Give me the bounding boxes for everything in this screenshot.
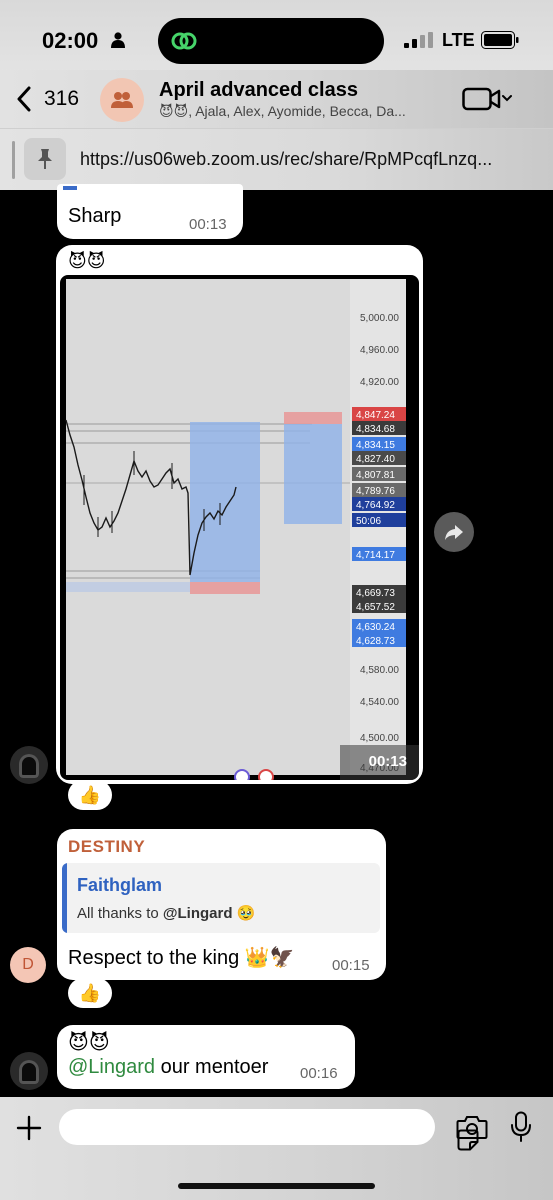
camera-icon[interactable] xyxy=(456,1114,488,1140)
svg-text:4,834.15: 4,834.15 xyxy=(356,440,395,451)
svg-text:4,807.81: 4,807.81 xyxy=(356,470,395,481)
svg-text:4,714.17: 4,714.17 xyxy=(356,550,395,561)
group-icon xyxy=(111,92,133,108)
message-text: Sharp xyxy=(68,205,122,227)
pin-thumbnail xyxy=(24,138,66,180)
svg-text:4,630.24: 4,630.24 xyxy=(356,622,395,633)
price-tag: 4,807.81 xyxy=(352,467,406,481)
signal-icon xyxy=(404,32,433,48)
reaction-thumbs-up[interactable]: 👍 xyxy=(68,978,112,1008)
message-emojis: 😈😈 xyxy=(68,1032,110,1054)
pinned-indicator xyxy=(12,141,15,179)
clock: 02:00 xyxy=(42,28,99,53)
reply-indicator xyxy=(63,186,77,190)
status-bar: 02:00 LTE xyxy=(0,0,553,80)
price-tag: 4,669.73 xyxy=(352,585,406,599)
price-tag: 4,657.52 xyxy=(352,599,406,613)
quoted-sender: Faithglam xyxy=(77,875,163,895)
price-tag: 4,789.76 xyxy=(352,483,406,497)
pinned-url[interactable]: https://us06web.zoom.us/rec/share/RpMPcq… xyxy=(80,149,492,170)
svg-text:4,847.24: 4,847.24 xyxy=(356,410,395,421)
network-type: LTE xyxy=(442,30,475,50)
share-arrow-icon xyxy=(445,525,463,540)
quoted-text: All thanks to @Lingard 🥹 xyxy=(77,904,255,922)
price-tag: 4,764.92 xyxy=(352,497,406,511)
reaction-thumbs-up[interactable]: 👍 xyxy=(68,780,112,810)
message-body: our mentoer xyxy=(155,1056,269,1078)
message-bubble-mentor[interactable]: 😈😈 @Lingard our mentoer 00:16 xyxy=(57,1025,355,1089)
svg-text:4,657.52: 4,657.52 xyxy=(356,602,395,613)
avatar[interactable] xyxy=(10,1052,48,1090)
home-indicator xyxy=(178,1183,375,1189)
back-chevron-icon[interactable] xyxy=(16,86,32,112)
forward-button[interactable] xyxy=(434,512,474,552)
message-composer xyxy=(0,1097,553,1200)
message-time: 00:13 xyxy=(189,216,227,233)
long-position-zone xyxy=(190,422,260,582)
message-text: Respect to the king 👑🦅 xyxy=(68,947,295,969)
back-unread-count[interactable]: 316 xyxy=(44,87,79,111)
avatar[interactable] xyxy=(10,746,48,784)
price-scale-label: 4,920.00 xyxy=(360,377,399,388)
message-text: @Lingard our mentoer xyxy=(68,1056,268,1079)
dynamic-island xyxy=(158,18,384,64)
price-tag: 50:06 xyxy=(352,513,406,527)
svg-text:4,628.73: 4,628.73 xyxy=(356,636,395,647)
price-scale-label: 4,580.00 xyxy=(360,665,399,676)
price-tag: 4,714.17 xyxy=(352,547,406,561)
pin-icon xyxy=(38,149,52,169)
svg-text:4,827.40: 4,827.40 xyxy=(356,454,395,465)
target-zone-red xyxy=(284,412,342,424)
message-time: 00:16 xyxy=(300,1065,338,1082)
svg-text:4,669.73: 4,669.73 xyxy=(356,588,395,599)
reply-indicator xyxy=(62,863,67,933)
price-tag: 4,628.73 xyxy=(352,633,406,647)
link-app-icon xyxy=(171,32,197,50)
mention-link[interactable]: @Lingard xyxy=(68,1056,155,1078)
message-bubble-chart-video[interactable]: 😈😈 5,000.00 4,960.00 4,920.00 4,580.00 4… xyxy=(56,245,423,784)
message-bubble-destiny[interactable]: DESTINY Faithglam All thanks to @Lingard… xyxy=(57,829,386,980)
price-tag: 4,630.24 xyxy=(352,619,406,633)
price-scale-label: 4,960.00 xyxy=(360,345,399,356)
price-tag: 4,827.40 xyxy=(352,451,406,465)
chart-video[interactable]: 5,000.00 4,960.00 4,920.00 4,580.00 4,540.00… xyxy=(60,275,419,780)
video-time: 00:13 xyxy=(368,753,407,770)
video-call-icon[interactable] xyxy=(462,86,512,112)
person-icon xyxy=(111,32,125,48)
message-time: 00:15 xyxy=(332,957,370,974)
svg-text:4,764.92: 4,764.92 xyxy=(356,500,395,511)
chart-tool-icon xyxy=(234,769,250,780)
trading-chart: 5,000.00 4,960.00 4,920.00 4,580.00 4,540.00… xyxy=(65,279,419,780)
svg-text:4,834.68: 4,834.68 xyxy=(356,424,395,435)
sender-name[interactable]: DESTINY xyxy=(68,837,145,857)
price-tag: 4,847.24 xyxy=(352,407,406,421)
svg-text:4,789.76: 4,789.76 xyxy=(356,486,395,497)
stop-loss-zone xyxy=(190,582,260,594)
chat-members[interactable]: 😈😈, Ajala, Alex, Ayomide, Becca, Da... xyxy=(159,103,406,120)
quoted-mention: @Lingard xyxy=(162,905,233,922)
pinned-message-bar[interactable]: https://us06web.zoom.us/rec/share/RpMPcq… xyxy=(0,128,553,190)
message-bubble-sharp[interactable]: Sharp 00:13 xyxy=(57,184,243,239)
group-avatar[interactable] xyxy=(100,78,144,122)
price-tag: 4,834.15 xyxy=(352,437,406,451)
avatar[interactable]: D xyxy=(10,947,46,983)
price-scale-label: 4,500.00 xyxy=(360,733,399,744)
quoted-text-prefix: All thanks to xyxy=(77,905,163,922)
price-scale-label: 4,540.00 xyxy=(360,697,399,708)
chart-tool-icon xyxy=(258,769,274,780)
message-input[interactable] xyxy=(59,1109,479,1151)
chat-title[interactable]: April advanced class xyxy=(159,79,358,102)
attach-plus-icon[interactable] xyxy=(16,1115,42,1141)
microphone-icon[interactable] xyxy=(510,1111,532,1143)
chat-header: 316 April advanced class 😈😈, Ajala, Alex… xyxy=(0,70,553,128)
price-scale-label: 5,000.00 xyxy=(360,313,399,324)
battery-icon xyxy=(481,31,519,49)
target-zone-blue xyxy=(284,424,342,524)
quoted-emoji: 🥹 xyxy=(232,905,256,922)
message-emojis: 😈😈 xyxy=(68,251,106,271)
svg-text:50:06: 50:06 xyxy=(356,516,381,527)
price-tag: 4,834.68 xyxy=(352,421,406,435)
quoted-reply[interactable]: Faithglam All thanks to @Lingard 🥹 xyxy=(62,863,380,933)
